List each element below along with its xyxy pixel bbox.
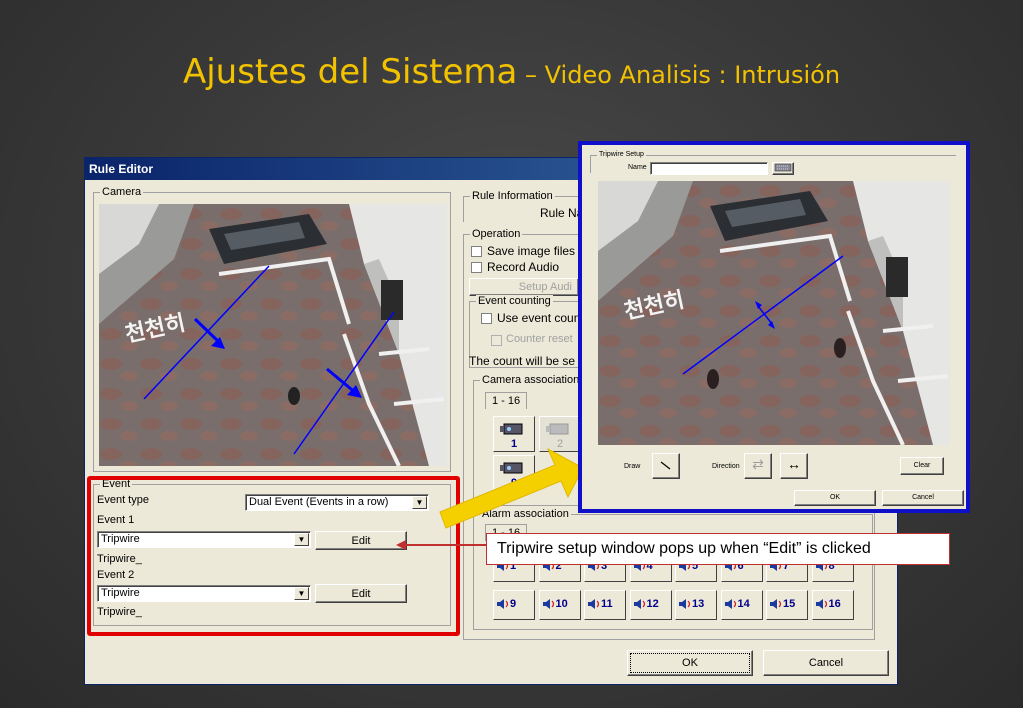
alarm-button-13[interactable]: 13: [675, 590, 717, 620]
swap-arrows-icon: ⇄: [752, 456, 764, 472]
camera-view[interactable]: 천천히: [99, 204, 447, 466]
alarm-button-label: 13: [692, 598, 705, 610]
counter-reset-label: Counter reset: [506, 333, 573, 345]
alarm-button-14[interactable]: 14: [720, 590, 763, 620]
alarm-button-label: 10: [555, 598, 568, 610]
camera-button-label: 2: [556, 438, 564, 450]
record-audio-label: Record Audio: [487, 260, 560, 274]
alarm-button-label: 11: [601, 598, 613, 610]
setup-audio-button[interactable]: Setup Audi: [469, 278, 579, 296]
camera-icon: [546, 423, 569, 435]
alarm-button-11[interactable]: 11: [584, 590, 626, 620]
tripwire-name-label: Name: [628, 164, 647, 171]
speaker-icon: [588, 599, 600, 610]
alarm-button-label: 16: [828, 598, 841, 610]
ok-button[interactable]: OK: [627, 650, 753, 676]
count-will-be-label: The count will be se: [469, 354, 576, 368]
event-highlight-box: [87, 476, 460, 636]
tripwire-setup-window: Tripwire Setup Name 천천히 Draw Direction ⇄…: [578, 141, 970, 513]
alarm-button-9[interactable]: 9: [493, 590, 535, 620]
use-event-counting-label: Use event counti: [497, 311, 587, 325]
camera-icon: [500, 462, 523, 474]
event-counting-label: Event counting: [476, 295, 553, 307]
save-image-checkbox[interactable]: [471, 246, 482, 257]
direction-swap-button[interactable]: ⇄: [744, 453, 772, 479]
alarm-button-15[interactable]: 15: [766, 590, 808, 620]
alarm-button-label: 9: [510, 598, 517, 610]
alarm-assoc-label: Alarm association: [480, 508, 571, 520]
camera-icon: [500, 423, 523, 435]
tripwire-ok-button[interactable]: OK: [794, 490, 876, 506]
keyboard-button[interactable]: [772, 162, 794, 175]
camera-button-label: 9: [510, 477, 518, 489]
camera-button-2[interactable]: 2: [539, 416, 581, 452]
camera-button-1[interactable]: 1: [493, 416, 535, 452]
operation-group-label: Operation: [470, 228, 523, 240]
speaker-icon: [770, 599, 782, 610]
rule-info-label: Rule Information: [470, 190, 555, 202]
save-image-label: Save image files: [487, 244, 576, 258]
slide-title-sub: – Video Analisis : Intrusión: [517, 61, 841, 89]
use-event-counting-checkbox[interactable]: [481, 313, 492, 324]
camera-group-label: Camera: [100, 186, 144, 198]
counter-reset-checkbox[interactable]: [491, 335, 502, 346]
speaker-icon: [724, 599, 736, 610]
clear-button[interactable]: Clear: [900, 457, 944, 475]
direction-both-button[interactable]: ↔: [780, 453, 808, 479]
callout-box: Tripwire setup window pops up when “Edit…: [486, 533, 950, 565]
tripwire-name-input[interactable]: [650, 162, 768, 175]
slide-title-main: Ajustes del Sistema: [182, 52, 518, 92]
keyboard-icon: [774, 163, 792, 172]
alarm-button-10[interactable]: 10: [538, 590, 581, 620]
camera-tab-1-16[interactable]: 1 - 16: [485, 392, 528, 409]
alarm-button-16[interactable]: 16: [811, 590, 854, 620]
camera-button-9[interactable]: 9: [493, 455, 535, 491]
line-tool-icon: [660, 461, 671, 470]
alarm-button-label: 15: [783, 598, 796, 610]
draw-label: Draw: [624, 463, 641, 470]
cancel-button[interactable]: Cancel: [763, 650, 889, 676]
alarm-button-12[interactable]: 12: [629, 590, 672, 620]
tripwire-scene: 천천히: [598, 181, 950, 445]
rule-name-label: Rule Na: [540, 206, 584, 220]
speaker-icon: [497, 599, 509, 610]
slide-title: Ajustes del Sistema – Video Analisis : I…: [0, 52, 1023, 92]
tripwire-cancel-button[interactable]: Cancel: [882, 490, 964, 506]
double-arrow-icon: ↔: [787, 456, 801, 472]
alarm-button-label: 12: [646, 598, 659, 610]
direction-label: Direction: [712, 463, 740, 470]
speaker-icon: [542, 599, 554, 610]
speaker-icon: [815, 599, 827, 610]
tripwire-setup-label: Tripwire Setup: [597, 151, 646, 158]
record-audio-checkbox[interactable]: [471, 262, 482, 273]
camera-scene: 천천히: [99, 204, 447, 466]
speaker-icon: [679, 599, 691, 610]
alarm-button-label: 14: [737, 598, 750, 610]
tripwire-camera-view[interactable]: 천천히: [598, 181, 950, 445]
draw-line-button[interactable]: [652, 453, 680, 479]
camera-assoc-label: Camera association: [480, 374, 582, 386]
speaker-icon: [633, 599, 645, 610]
camera-button-label: 1: [510, 438, 518, 450]
